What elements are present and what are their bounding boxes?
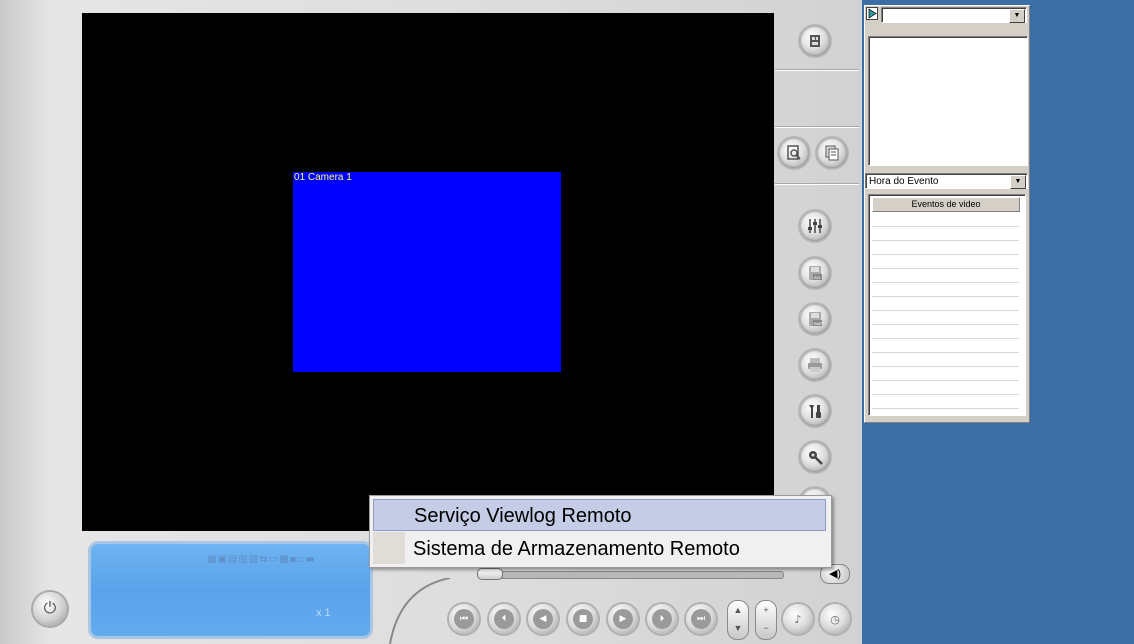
copy-icon (825, 145, 839, 161)
expand-button[interactable] (866, 7, 878, 20)
save-avi-icon: AVI (809, 266, 822, 280)
sort-dropdown-value: Hora do Evento (869, 176, 939, 187)
layout-icon (810, 35, 820, 47)
divider (775, 69, 859, 70)
clock-icon: ◷ (830, 612, 840, 626)
save-avi-button[interactable]: AVI (800, 258, 830, 288)
settings-button[interactable] (800, 442, 830, 472)
list-item[interactable] (872, 255, 1019, 269)
list-item[interactable] (872, 381, 1019, 395)
list-item[interactable] (872, 227, 1019, 241)
list-item[interactable] (872, 269, 1019, 283)
rewind-icon: ◀ (533, 609, 553, 629)
chevron-down-icon: ▼ (1010, 175, 1026, 189)
list-item[interactable] (872, 213, 1019, 227)
chevron-down-icon: ▼ (1009, 9, 1025, 23)
list-item[interactable] (872, 241, 1019, 255)
list-item[interactable] (872, 353, 1019, 367)
adjust-button[interactable] (800, 211, 830, 241)
channel-dropdown[interactable]: ▼ (881, 7, 1027, 23)
previous-frame-button[interactable]: ⏴ (489, 604, 519, 634)
audio-button[interactable]: ♪ (783, 604, 813, 634)
play-icon (868, 8, 877, 19)
clock-button[interactable]: ◷ (820, 604, 850, 634)
play-icon: ▶ (613, 609, 633, 629)
menu-item-viewlog-remote-service[interactable]: Serviço Viewlog Remoto (373, 499, 826, 531)
context-menu: Serviço Viewlog Remoto Sistema de Armaze… (369, 495, 832, 568)
print-button[interactable] (800, 350, 830, 380)
save-bmp-button[interactable]: BMP (800, 304, 830, 334)
skip-end-button[interactable]: ⏭ (686, 604, 716, 634)
next-frame-icon: ⏵ (652, 609, 672, 629)
video-display[interactable]: 01 Camera 1 (82, 13, 774, 531)
settings-icon (809, 451, 823, 465)
zoom-stepper[interactable]: + − (755, 600, 777, 640)
panel-curve (389, 578, 450, 644)
up-down-icon: ▲ ▼ (733, 605, 743, 633)
list-item[interactable] (872, 367, 1019, 381)
menu-item-remote-storage-system[interactable]: Sistema de Armazenamento Remoto (373, 533, 826, 565)
search-button[interactable] (779, 138, 809, 168)
events-list[interactable]: Eventos de video (868, 194, 1026, 416)
camera-view[interactable]: 01 Camera 1 (293, 172, 561, 372)
skip-end-icon: ⏭ (691, 609, 711, 629)
plus-minus-icon: + − (763, 605, 769, 633)
sort-dropdown[interactable]: Hora do Evento ▼ (865, 173, 1028, 189)
playback-speed: x 1 (316, 607, 331, 619)
divider (775, 183, 859, 184)
next-frame-button[interactable]: ⏵ (647, 604, 677, 634)
list-item[interactable] (872, 311, 1019, 325)
svg-text:AVI: AVI (814, 275, 820, 280)
speaker-icon: ◀) (828, 568, 842, 580)
events-column-header[interactable]: Eventos de video (872, 197, 1020, 212)
tools-button[interactable] (800, 396, 830, 426)
list-item[interactable] (872, 339, 1019, 353)
power-icon: ⏻ (43, 600, 57, 617)
camera-label: 01 Camera 1 (294, 172, 352, 183)
save-bmp-icon: BMP (809, 312, 823, 326)
svg-text:BMP: BMP (814, 321, 823, 326)
list-item[interactable] (872, 297, 1019, 311)
stop-icon: ■ (573, 609, 593, 629)
list-item[interactable] (872, 395, 1019, 409)
tools-icon (809, 405, 821, 418)
layout-button[interactable] (800, 26, 830, 56)
play-button[interactable]: ▶ (608, 604, 638, 634)
power-button[interactable]: ⏻ (33, 592, 67, 626)
timeline-slider-track[interactable] (478, 571, 784, 579)
lcd-status-panel: ▦▣▤▥▧⇆▭▩▪▫▬ x 1 (88, 541, 373, 639)
speed-stepper[interactable]: ▲ ▼ (727, 600, 749, 640)
lcd-status-icons: ▦▣▤▥▧⇆▭▩▪▫▬ (207, 554, 316, 565)
audio-icon: ♪ (794, 612, 802, 626)
skip-start-button[interactable]: ⏮ (449, 604, 479, 634)
previous-frame-icon: ⏴ (494, 609, 514, 629)
timeline-slider-handle[interactable] (477, 568, 503, 580)
preview-box (868, 36, 1028, 166)
event-panel: ▼ Hora do Evento ▼ Eventos de video (864, 5, 1030, 423)
stop-button[interactable]: ■ (568, 604, 598, 634)
mixer-icon (808, 219, 822, 233)
list-item[interactable] (872, 325, 1019, 339)
search-icon (787, 145, 801, 160)
rewind-button[interactable]: ◀ (528, 604, 558, 634)
skip-start-icon: ⏮ (454, 609, 474, 629)
divider (775, 126, 859, 127)
list-item[interactable] (872, 283, 1019, 297)
copy-button[interactable] (817, 138, 847, 168)
print-icon (808, 358, 822, 372)
